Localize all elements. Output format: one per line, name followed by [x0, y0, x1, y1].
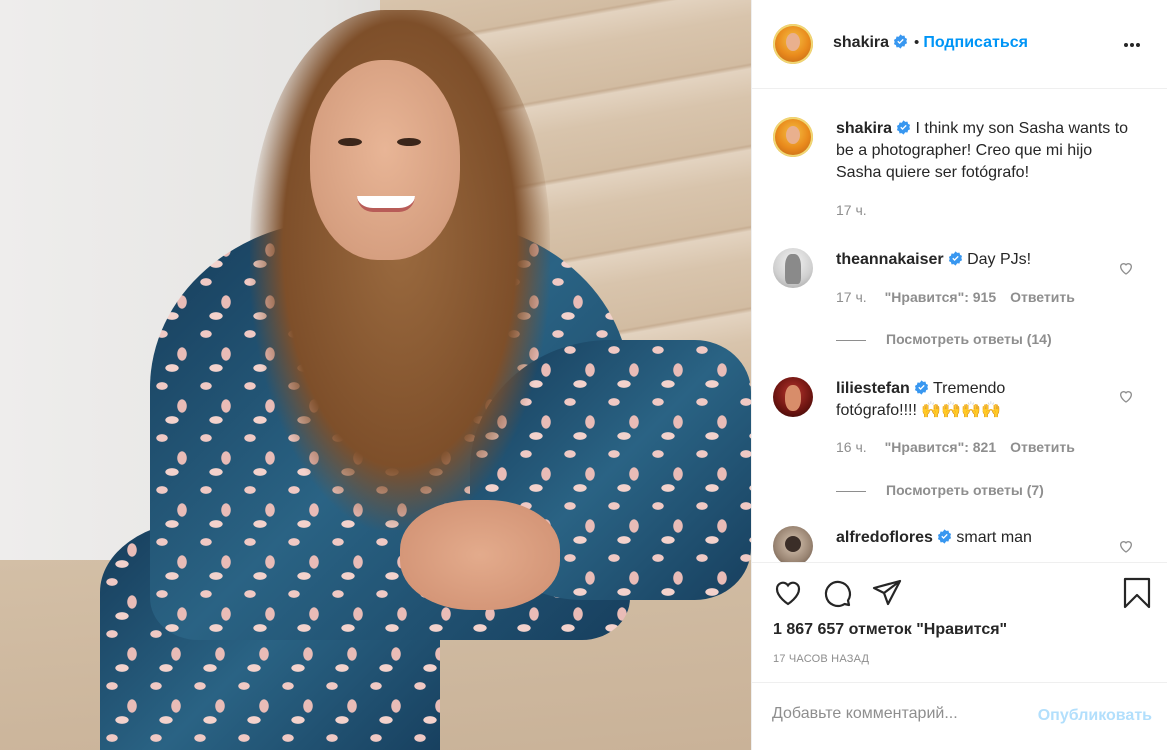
comment-text: smart man	[956, 529, 1032, 546]
more-icon-dot	[1130, 43, 1134, 47]
comment-username[interactable]: theannakaiser	[836, 251, 944, 268]
comment-time[interactable]: 16 ч.	[836, 439, 867, 455]
comment-text-block: alfredoflores smart man	[836, 527, 1136, 549]
more-icon-dot	[1136, 43, 1140, 47]
share-icon[interactable]	[871, 577, 903, 609]
view-replies-button[interactable]: Посмотреть ответы (7)	[836, 482, 1044, 498]
comment-like-heart-icon[interactable]	[1118, 538, 1134, 554]
photo-hands	[400, 500, 560, 610]
verified-icon	[937, 529, 951, 544]
comment-avatar[interactable]	[773, 377, 813, 417]
comment-likes[interactable]: "Нравится": 821	[885, 439, 996, 455]
comment-like-heart-icon[interactable]	[1118, 260, 1134, 276]
comment-reply-button[interactable]: Ответить	[1010, 289, 1075, 305]
comment-input[interactable]	[772, 705, 1022, 723]
comment-username[interactable]: liliestefan	[836, 380, 910, 397]
comment-like-heart-icon[interactable]	[1118, 388, 1134, 404]
photo-eye-right	[397, 138, 421, 146]
heart-icon[interactable]	[772, 577, 804, 609]
post-actions: 1 867 657 отметок "Нравится" 17 ЧАСОВ НА…	[752, 562, 1167, 682]
verified-icon	[896, 120, 911, 135]
comment-meta: 16 ч. "Нравится": 821 Ответить	[836, 439, 1075, 455]
more-icon	[1124, 43, 1128, 47]
verified-icon	[948, 251, 962, 266]
comment-text-block: theannakaiser Day PJs!	[836, 249, 1136, 271]
comment-reply-button[interactable]: Ответить	[1010, 439, 1075, 455]
verified-icon	[914, 380, 928, 395]
follow-button[interactable]: Подписаться	[923, 34, 1028, 51]
likes-count[interactable]: 1 867 657 отметок "Нравится"	[773, 621, 1007, 639]
comment-icon[interactable]	[821, 577, 853, 609]
bookmark-icon[interactable]	[1121, 577, 1153, 609]
photo-eye-left	[338, 138, 362, 146]
post-side-panel: shakira • Подписаться shakira I think my s…	[751, 0, 1167, 750]
post-time-ago[interactable]: 17 ЧАСОВ НАЗАД	[773, 653, 869, 665]
more-options-button[interactable]	[1124, 34, 1146, 52]
author-username[interactable]: shakira	[833, 34, 889, 51]
comment-avatar[interactable]	[773, 526, 813, 562]
comment-username[interactable]: alfredoflores	[836, 529, 933, 546]
publish-button[interactable]: Опубликовать	[1038, 707, 1152, 725]
comment-time[interactable]: 17 ч.	[836, 289, 867, 305]
comment-text: Day PJs!	[967, 251, 1032, 268]
caption-username[interactable]: shakira	[836, 120, 892, 137]
comment-text-block: liliestefan Tremendo fotógrafo!!!! 🙌🙌🙌🙌	[836, 378, 1066, 422]
comment-composer: Опубликовать	[752, 682, 1167, 750]
header-separator: •	[914, 34, 920, 51]
comment-meta: 17 ч. "Нравится": 915 Ответить	[836, 289, 1075, 305]
photo-face	[310, 60, 460, 260]
post-header: shakira • Подписаться	[752, 0, 1167, 89]
caption-time[interactable]: 17 ч.	[836, 202, 867, 218]
comment-likes[interactable]: "Нравится": 915	[885, 289, 996, 305]
photo-smile	[357, 196, 415, 212]
caption-avatar[interactable]	[773, 117, 813, 157]
view-replies-button[interactable]: Посмотреть ответы (14)	[836, 331, 1052, 347]
post-photo[interactable]	[0, 0, 751, 750]
comments-list[interactable]: shakira I think my son Sasha wants to be…	[752, 90, 1167, 562]
author-avatar[interactable]	[773, 24, 813, 64]
caption-text-block: shakira I think my son Sasha wants to be…	[836, 118, 1136, 184]
verified-icon	[893, 34, 908, 49]
comment-avatar[interactable]	[773, 248, 813, 288]
author-line: shakira • Подписаться	[833, 34, 1028, 52]
